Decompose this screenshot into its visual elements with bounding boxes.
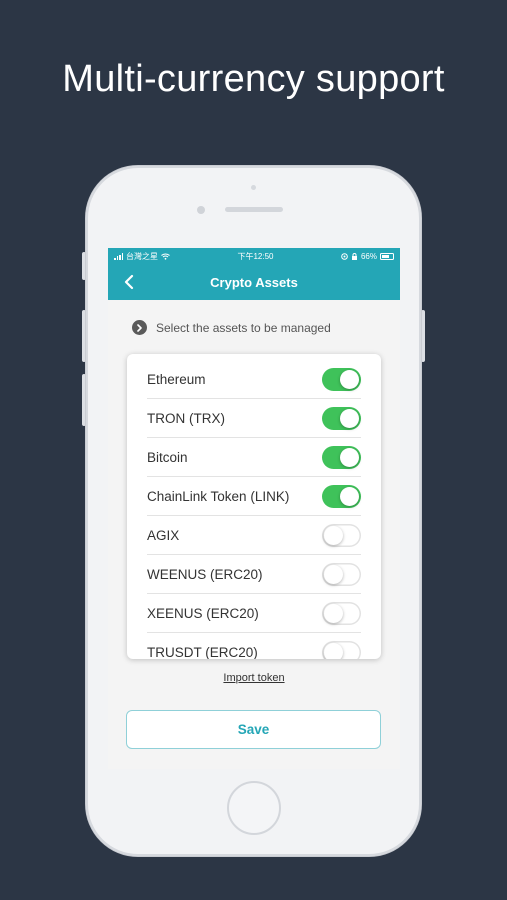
phone-screen: 台灣之星 下午12:50 66% Crypto Assets Select th… bbox=[108, 248, 400, 769]
asset-name: WEENUS (ERC20) bbox=[147, 566, 263, 582]
home-button[interactable] bbox=[227, 781, 281, 835]
save-button[interactable]: Save bbox=[126, 710, 381, 749]
asset-toggle[interactable] bbox=[322, 484, 361, 508]
front-camera bbox=[197, 206, 205, 214]
asset-row: TRUSDT (ERC20) bbox=[147, 633, 361, 659]
toggle-knob bbox=[340, 486, 359, 506]
toggle-knob bbox=[340, 447, 359, 467]
hint-row: Select the assets to be managed bbox=[132, 320, 400, 335]
battery-icon bbox=[379, 252, 394, 260]
lock-rotation-icon bbox=[351, 252, 357, 260]
sensor-dot bbox=[251, 185, 256, 190]
toggle-knob bbox=[324, 642, 343, 659]
asset-row: AGIX bbox=[147, 516, 361, 555]
earpiece-speaker bbox=[225, 207, 283, 212]
asset-toggle[interactable] bbox=[322, 445, 361, 469]
asset-toggle[interactable] bbox=[322, 367, 361, 391]
asset-name: AGIX bbox=[147, 527, 180, 543]
asset-row: Bitcoin bbox=[147, 438, 361, 477]
power-button bbox=[421, 310, 425, 362]
asset-name: Ethereum bbox=[147, 371, 206, 387]
asset-toggle[interactable] bbox=[322, 640, 361, 659]
carrier-name: 台灣之星 bbox=[126, 251, 158, 261]
asset-row: ChainLink Token (LINK) bbox=[147, 477, 361, 516]
asset-row: Ethereum bbox=[147, 360, 361, 399]
asset-name: TRUSDT (ERC20) bbox=[147, 644, 258, 660]
asset-name: TRON (TRX) bbox=[147, 410, 225, 426]
asset-row: XEENUS (ERC20) bbox=[147, 594, 361, 633]
toggle-knob bbox=[324, 564, 343, 584]
chevron-left-icon[interactable] bbox=[122, 272, 138, 292]
status-time: 下午12:50 bbox=[237, 251, 274, 261]
asset-name: XEENUS (ERC20) bbox=[147, 605, 259, 621]
status-bar: 台灣之星 下午12:50 66% bbox=[108, 248, 400, 264]
location-icon bbox=[341, 252, 348, 260]
wifi-icon bbox=[161, 253, 170, 260]
asset-list: Ethereum TRON (TRX) Bitcoin ChainLink Token… bbox=[127, 354, 381, 659]
import-token-link[interactable]: Import token bbox=[108, 672, 400, 684]
asset-list-card[interactable]: Ethereum TRON (TRX) Bitcoin ChainLink Token… bbox=[127, 354, 381, 659]
asset-toggle[interactable] bbox=[322, 523, 361, 547]
toggle-knob bbox=[324, 525, 343, 545]
asset-toggle[interactable] bbox=[322, 601, 361, 625]
toggle-knob bbox=[324, 603, 343, 623]
asset-name: ChainLink Token (LINK) bbox=[147, 488, 290, 504]
headline: Multi-currency support bbox=[62, 58, 445, 100]
chevron-right-circle-icon bbox=[132, 320, 147, 335]
asset-name: Bitcoin bbox=[147, 449, 188, 465]
asset-row: TRON (TRX) bbox=[147, 399, 361, 438]
toggle-knob bbox=[340, 408, 359, 428]
signal-icon bbox=[114, 252, 123, 260]
toggle-knob bbox=[340, 369, 359, 389]
navigation-bar: Crypto Assets bbox=[108, 264, 400, 300]
battery-percentage: 66% bbox=[360, 251, 377, 261]
asset-toggle[interactable] bbox=[322, 406, 361, 430]
asset-row: WEENUS (ERC20) bbox=[147, 555, 361, 594]
hint-text: Select the assets to be managed bbox=[156, 320, 331, 335]
asset-toggle[interactable] bbox=[322, 562, 361, 586]
page-title: Crypto Assets bbox=[210, 274, 298, 290]
